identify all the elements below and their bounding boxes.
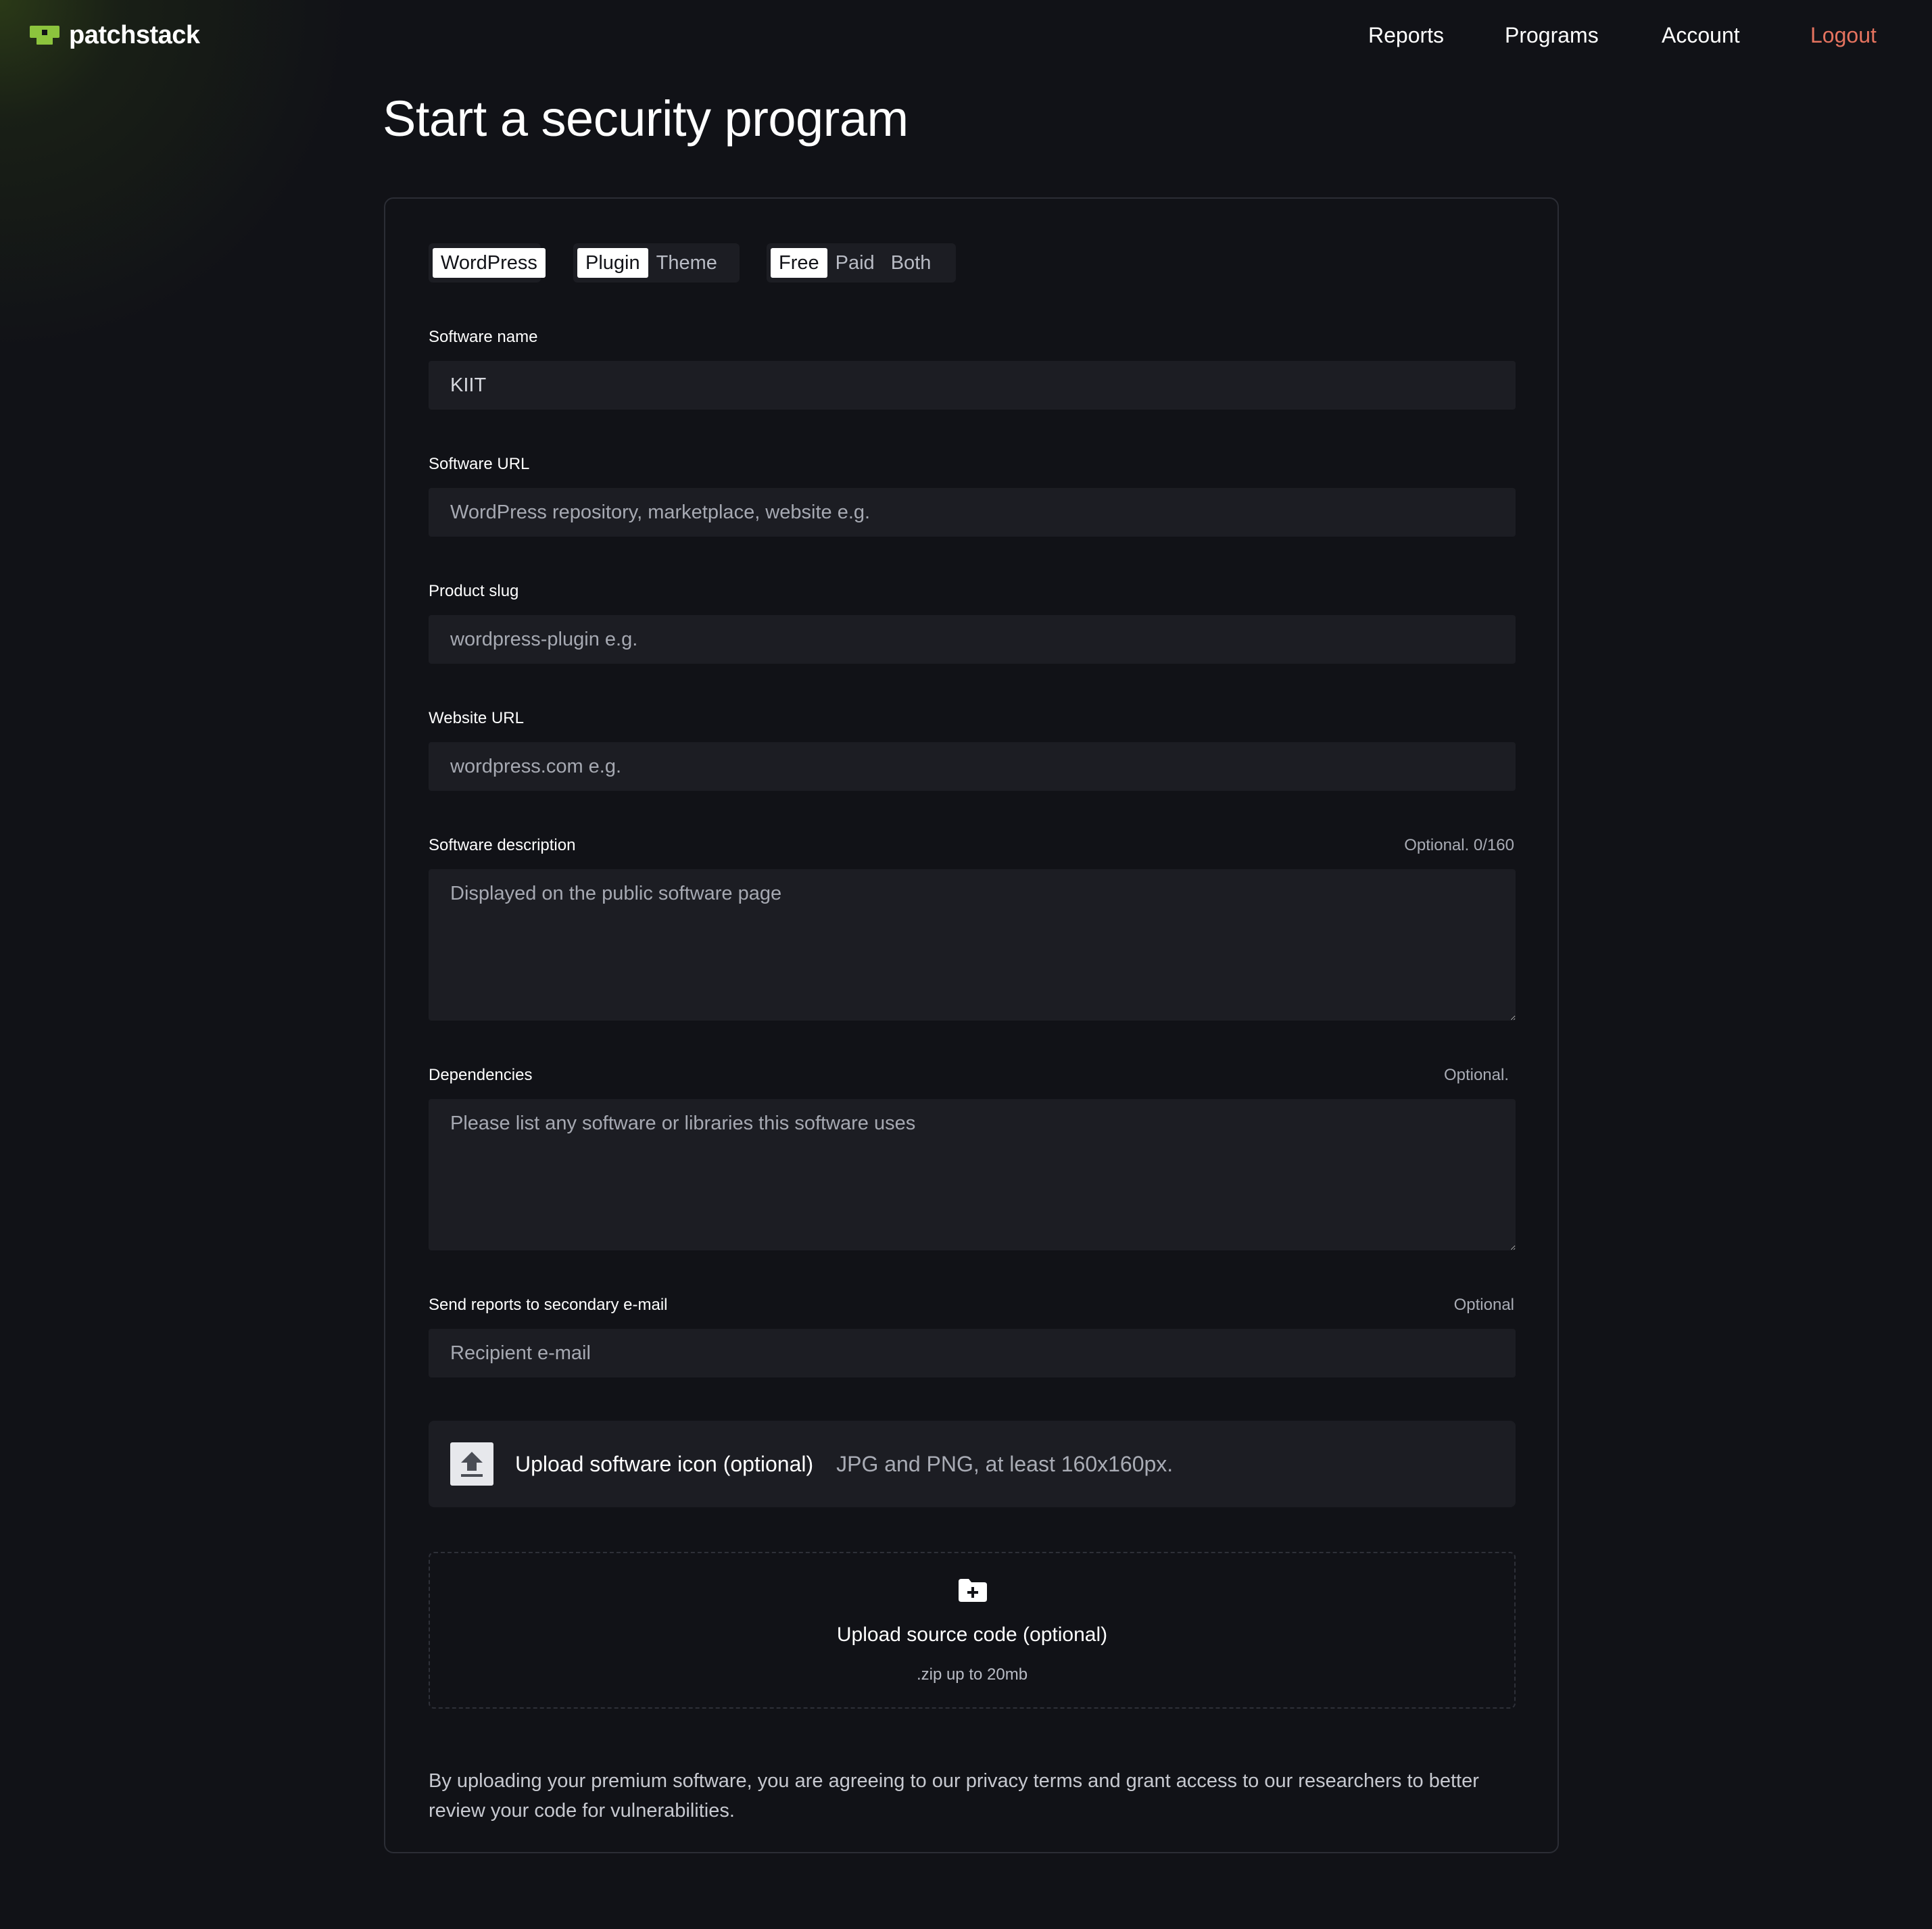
nav-programs-link[interactable]: Programs	[1505, 20, 1599, 50]
pricing-option-paid[interactable]: Paid	[827, 248, 883, 278]
upload-source-code-dropzone[interactable]: Upload source code (optional) .zip up to…	[429, 1552, 1516, 1709]
dependencies-label: Dependencies	[429, 1066, 533, 1084]
nav-logout-link[interactable]: Logout	[1810, 20, 1877, 50]
brand-name: patchstack	[69, 20, 200, 49]
patchstack-logo-icon	[30, 26, 59, 45]
product-slug-label: Product slug	[429, 582, 519, 600]
nav-reports-link[interactable]: Reports	[1368, 20, 1444, 50]
dependencies-textarea[interactable]	[429, 1099, 1516, 1250]
secondary-email-optional-note: Optional	[1453, 1296, 1514, 1314]
patchstack-logo[interactable]: patchstack	[30, 20, 200, 50]
page-title: Start a security program	[383, 91, 909, 147]
dependencies-optional-note: Optional.	[1443, 1066, 1509, 1084]
upload-arrow-icon	[450, 1442, 493, 1486]
software-url-label: Software URL	[429, 455, 530, 473]
software-description-label: Software description	[429, 836, 576, 854]
upload-source-hint: .zip up to 20mb	[916, 1665, 1028, 1684]
software-url-input[interactable]	[429, 488, 1516, 537]
description-counter: Optional. 0/160	[1404, 836, 1514, 854]
product-slug-input[interactable]	[429, 615, 1516, 664]
upload-icon-hint: JPG and PNG, at least 160x160px.	[836, 1451, 1174, 1476]
pricing-option-both[interactable]: Both	[883, 248, 940, 278]
software-type-selector: Plugin Theme	[573, 243, 740, 283]
pricing-option-free[interactable]: Free	[771, 248, 827, 278]
software-description-textarea[interactable]	[429, 869, 1516, 1021]
upload-disclaimer-text: By uploading your premium software, you …	[429, 1770, 1479, 1822]
upload-icon-title: Upload software icon (optional)	[515, 1451, 814, 1476]
software-name-label: Software name	[429, 328, 538, 346]
software-name-input[interactable]	[429, 361, 1516, 410]
platform-option-wordpress[interactable]: WordPress	[433, 248, 546, 278]
type-option-plugin[interactable]: Plugin	[577, 248, 648, 278]
website-url-input[interactable]	[429, 742, 1516, 791]
platform-selector: WordPress	[429, 243, 546, 283]
top-navigation-bar: patchstack Reports Programs Account Logo…	[0, 0, 1932, 74]
upload-software-icon-button[interactable]: Upload software icon (optional) JPG and …	[429, 1421, 1516, 1507]
pricing-selector: Free Paid Both	[767, 243, 956, 283]
security-program-form: WordPress Plugin Theme Free Paid Both So…	[384, 197, 1559, 1853]
nav-account-link[interactable]: Account	[1662, 20, 1740, 50]
upload-source-title: Upload source code (optional)	[836, 1623, 1108, 1646]
secondary-email-input[interactable]	[429, 1329, 1516, 1377]
secondary-email-label: Send reports to secondary e-mail	[429, 1296, 668, 1314]
website-url-label: Website URL	[429, 709, 524, 727]
type-option-theme[interactable]: Theme	[648, 248, 725, 278]
folder-add-icon	[959, 1579, 987, 1602]
